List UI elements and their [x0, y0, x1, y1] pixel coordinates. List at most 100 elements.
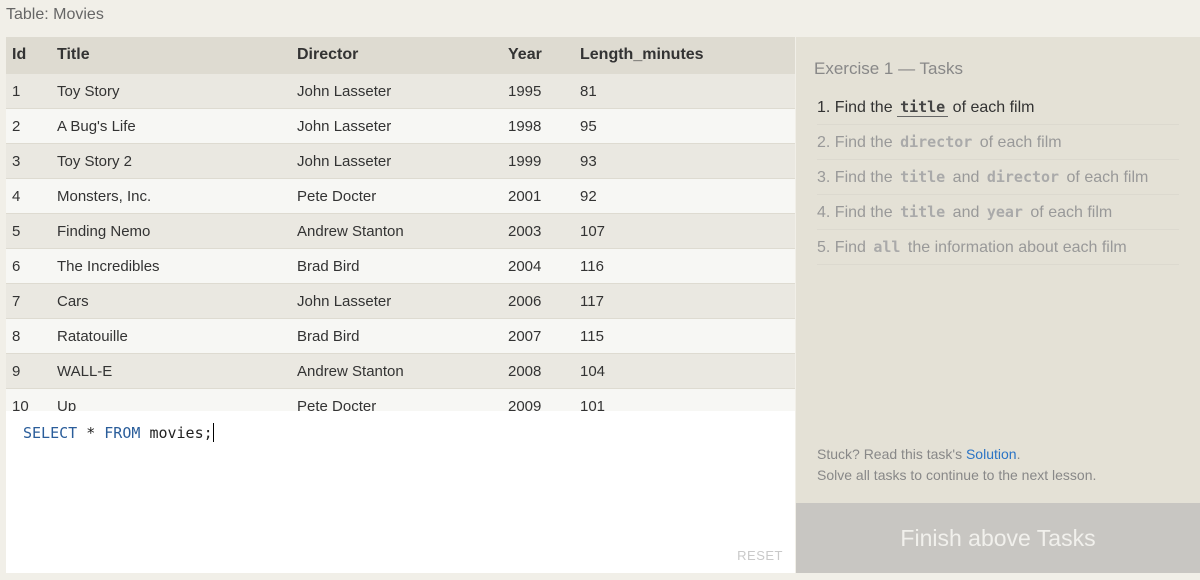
cell-year: 1998 — [508, 108, 580, 144]
sql-star: * — [86, 424, 96, 442]
task-prefix: 4. Find the — [817, 204, 893, 221]
cell-length: 92 — [580, 178, 795, 214]
task-item-4: 4. Find the title and year of each film — [817, 195, 1179, 230]
cell-title: The Incredibles — [57, 248, 297, 284]
cell-director: Brad Bird — [297, 318, 508, 354]
task-suffix: of each film — [979, 134, 1062, 151]
column-header-length: Length_minutes — [580, 37, 795, 74]
task-suffix: of each film — [1066, 169, 1149, 186]
table-row: 9 WALL-E Andrew Stanton 2008 104 — [6, 353, 795, 389]
task-item-3: 3. Find the title and director of each f… — [817, 160, 1179, 195]
task-suffix: of each film — [952, 99, 1035, 116]
cell-length: 116 — [580, 248, 795, 284]
task-code: director — [900, 133, 973, 151]
cell-id: 1 — [6, 73, 57, 109]
cell-director: Andrew Stanton — [297, 213, 508, 249]
text-cursor — [212, 423, 214, 442]
cell-title: Monsters, Inc. — [57, 178, 297, 214]
table-row: 2A Bug's Life John Lasseter 1998 95 — [6, 108, 795, 144]
results-table: Id Title Director Year Length_minutes 1T… — [6, 37, 795, 423]
sql-editor[interactable]: SELECT * FROM movies; RESET — [6, 411, 795, 573]
table-caption: Table: Movies — [6, 6, 104, 23]
cell-length: 117 — [580, 283, 795, 319]
cell-year: 2004 — [508, 248, 580, 284]
cell-year: 2003 — [508, 213, 580, 249]
sql-keyword-from: FROM — [104, 424, 141, 442]
table-row: 5 Finding Nemo Andrew Stanton 2003 107 — [6, 213, 795, 249]
task-suffix: the information about each film — [907, 239, 1127, 256]
cell-title: Ratatouille — [57, 318, 297, 354]
task-prefix: 2. Find the — [817, 134, 893, 151]
cell-director: Pete Docter — [297, 178, 508, 214]
cell-title: A Bug's Life — [57, 108, 297, 144]
cell-year: 2001 — [508, 178, 580, 214]
cell-title: WALL-E — [57, 353, 297, 389]
hint-suffix: . — [1016, 446, 1021, 462]
cell-year: 1995 — [508, 73, 580, 109]
hint-line-2: Solve all tasks to continue to the next … — [817, 467, 1097, 483]
cell-director: John Lasseter — [297, 283, 508, 319]
task-item-5: 5. Find all the information about each f… — [817, 230, 1179, 265]
task-mid: and — [952, 169, 980, 186]
table-row: 7 Cars John Lasseter 2006 117 — [6, 283, 795, 319]
column-header-title: Title — [57, 37, 297, 74]
task-mid: and — [952, 204, 980, 221]
table-row: 4 Monsters, Inc. Pete Docter 2001 92 — [6, 178, 795, 214]
sql-query-text[interactable]: SELECT * FROM movies; — [23, 423, 214, 442]
finish-tasks-button[interactable]: Finish above Tasks — [796, 503, 1200, 573]
task-code: title — [900, 203, 946, 221]
cell-length: 115 — [580, 318, 795, 354]
cell-id: 7 — [6, 283, 57, 319]
cell-title: Toy Story 2 — [57, 143, 297, 179]
table-row: 1 Toy Story John Lasseter 1995 81 — [6, 73, 795, 109]
task-code2: director — [986, 168, 1060, 186]
cell-id: 3 — [6, 143, 57, 179]
cell-id: 2 — [6, 108, 57, 144]
table-header-row: Id Title Director Year Length_minutes — [6, 37, 795, 74]
task-prefix: 3. Find the — [817, 169, 893, 186]
cell-year: 2008 — [508, 353, 580, 389]
cell-id: 6 — [6, 248, 57, 284]
cell-director: Andrew Stanton — [297, 353, 508, 389]
task-code: all — [873, 238, 901, 256]
hint-text: Stuck? Read this task's Solution. Solve … — [817, 444, 1096, 486]
cell-director: Brad Bird — [297, 248, 508, 284]
solution-link[interactable]: Solution — [966, 446, 1017, 462]
cell-director: John Lasseter — [297, 143, 508, 179]
task-code: title — [897, 98, 949, 117]
sql-keyword-select: SELECT — [23, 424, 78, 442]
sql-table-name: movies; — [149, 424, 213, 442]
exercise-panel: Exercise 1 — Tasks 1. Find the title of … — [796, 37, 1200, 573]
cell-id: 4 — [6, 178, 57, 214]
cell-length: 104 — [580, 353, 795, 389]
cell-id: 8 — [6, 318, 57, 354]
task-prefix: 5. Find — [817, 239, 866, 256]
reset-button[interactable]: RESET — [737, 548, 783, 563]
task-list: 1. Find the title of each film 2. Find t… — [817, 90, 1179, 265]
task-prefix: 1. Find the — [817, 99, 893, 116]
task-item-1: 1. Find the title of each film — [817, 90, 1179, 125]
table-row: 8 Ratatouille Brad Bird 2007 115 — [6, 318, 795, 354]
task-code2: year — [986, 203, 1023, 221]
table-row: 6 The Incredibles Brad Bird 2004 116 — [6, 248, 795, 284]
exercise-title: Exercise 1 — Tasks — [814, 59, 963, 78]
task-item-2: 2. Find the director of each film — [817, 125, 1179, 160]
cell-id: 9 — [6, 353, 57, 389]
cell-length: 93 — [580, 143, 795, 179]
cell-id: 5 — [6, 213, 57, 249]
cell-title: Cars — [57, 283, 297, 319]
cell-director: John Lasseter — [297, 73, 508, 109]
column-header-id: Id — [6, 37, 57, 74]
cell-title: Finding Nemo — [57, 213, 297, 249]
cell-year: 2007 — [508, 318, 580, 354]
table-row: 3 Toy Story 2 John Lasseter 1999 93 — [6, 143, 795, 179]
task-suffix: of each film — [1030, 204, 1113, 221]
column-header-director: Director — [297, 37, 508, 74]
column-header-year: Year — [508, 37, 580, 74]
task-code: title — [900, 168, 946, 186]
cell-year: 1999 — [508, 143, 580, 179]
hint-prefix: Stuck? Read this task's — [817, 446, 963, 462]
cell-year: 2006 — [508, 283, 580, 319]
cell-length: 95 — [580, 108, 795, 144]
results-panel: Id Title Director Year Length_minutes 1T… — [6, 37, 795, 573]
